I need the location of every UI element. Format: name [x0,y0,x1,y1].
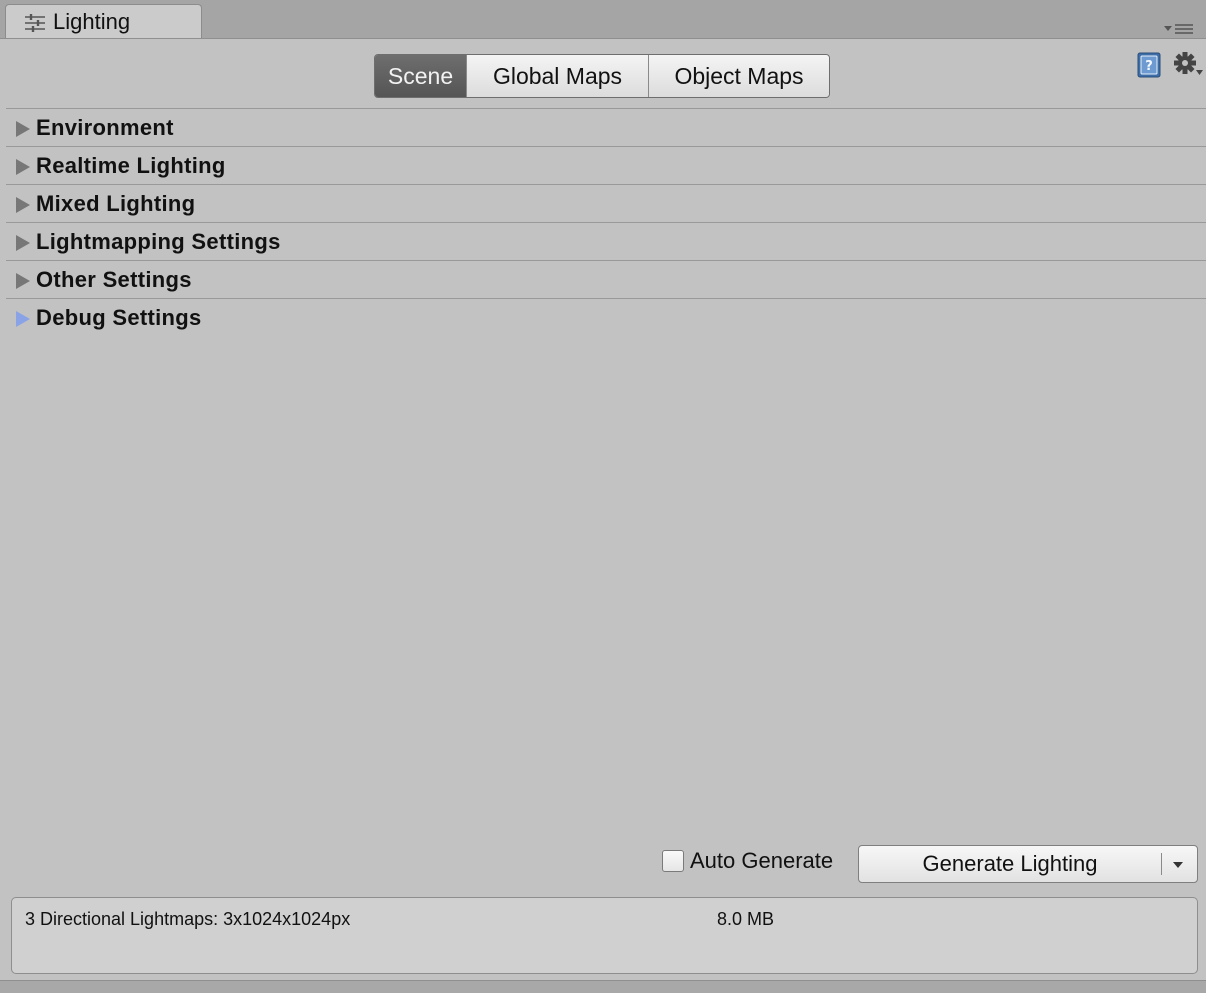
mode-segmented-control: Scene Global Maps Object Maps [374,54,830,98]
section-lightmapping-settings[interactable]: Lightmapping Settings [6,222,1206,260]
lightmap-info-box: 3 Directional Lightmaps: 3x1024x1024px 8… [11,897,1198,974]
expand-arrow-icon[interactable] [16,121,30,137]
section-environment[interactable]: Environment [6,108,1206,146]
tab-bar: Lighting [0,0,1206,39]
lighting-window: Lighting Scene Global Maps Object Maps ? [0,0,1206,993]
window-menu-icon[interactable] [1164,22,1194,36]
tab-object-maps[interactable]: Object Maps [648,55,829,97]
auto-generate-checkbox[interactable] [662,850,684,872]
chevron-down-icon[interactable] [1173,862,1183,868]
auto-generate-label: Auto Generate [690,848,834,873]
lighting-tab[interactable]: Lighting [5,4,202,38]
section-label: Realtime Lighting [36,153,226,178]
section-label: Debug Settings [36,305,202,330]
expand-arrow-icon[interactable] [16,197,30,213]
section-mixed-lighting[interactable]: Mixed Lighting [6,184,1206,222]
sliders-icon [25,14,45,32]
gear-icon[interactable] [1172,50,1204,78]
tab-scene[interactable]: Scene [375,55,466,97]
lightmap-summary: 3 Directional Lightmaps: 3x1024x1024px [25,909,351,929]
generate-lighting-button[interactable]: Generate Lighting [858,845,1198,883]
section-label: Lightmapping Settings [36,229,281,254]
section-debug-settings[interactable]: Debug Settings [6,298,1206,336]
lightmap-size: 8.0 MB [717,909,775,929]
tab-global-maps[interactable]: Global Maps [466,55,648,97]
expand-arrow-icon[interactable] [16,273,30,289]
expand-arrow-icon[interactable] [16,159,30,175]
generate-lighting-label: Generate Lighting [922,851,1098,876]
expand-arrow-icon[interactable] [16,311,30,327]
expand-arrow-icon[interactable] [16,235,30,251]
section-label: Environment [36,115,174,140]
section-other-settings[interactable]: Other Settings [6,260,1206,298]
auto-generate-toggle[interactable]: Auto Generate [662,848,833,874]
settings-sections: Environment Realtime Lighting Mixed Ligh… [6,108,1206,336]
window-title: Lighting [53,9,131,34]
help-book-icon[interactable]: ? [1136,52,1162,78]
section-label: Mixed Lighting [36,191,196,216]
section-label: Other Settings [36,267,192,292]
section-realtime-lighting[interactable]: Realtime Lighting [6,146,1206,184]
button-divider [1161,853,1162,875]
window-bottom-edge [0,980,1206,993]
svg-text:?: ? [1145,59,1153,74]
